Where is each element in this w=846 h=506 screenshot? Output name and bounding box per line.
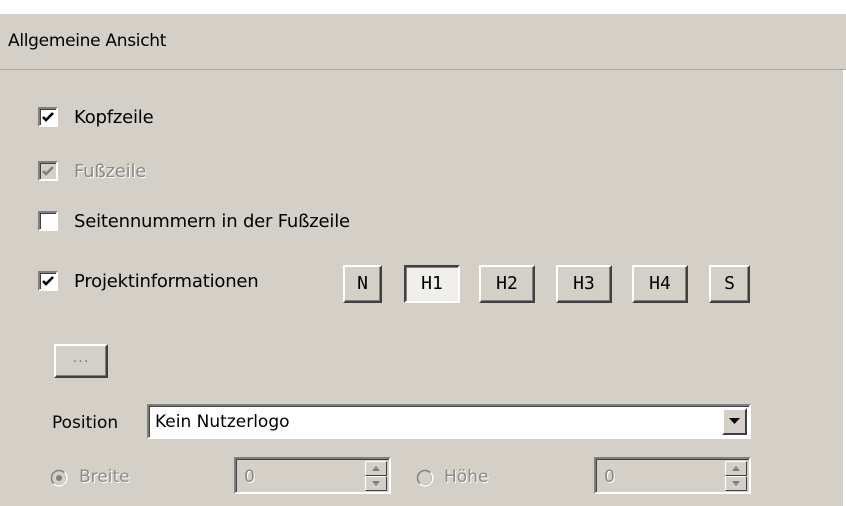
width-radio[interactable] bbox=[50, 469, 68, 487]
spin-up-icon bbox=[732, 466, 740, 471]
height-radio-label: Höhe bbox=[444, 467, 489, 487]
section-title: Allgemeine Ansicht bbox=[8, 31, 167, 51]
header-checkbox[interactable] bbox=[38, 107, 58, 127]
spin-down-icon bbox=[732, 481, 740, 486]
project-info-h4-button[interactable]: H4 bbox=[632, 265, 688, 303]
browse-logo-button[interactable]: ... bbox=[54, 344, 108, 378]
height-spinner-value: 0 bbox=[604, 467, 615, 487]
position-select[interactable]: Kein Nutzerlogo bbox=[147, 404, 751, 439]
project-info-h1-button[interactable]: H1 bbox=[404, 265, 460, 303]
spin-up-icon bbox=[372, 466, 380, 471]
height-spinner[interactable]: 0 bbox=[594, 457, 751, 494]
project-info-h2-button[interactable]: H2 bbox=[479, 265, 535, 303]
chevron-down-icon bbox=[729, 418, 740, 424]
height-spin-up-button[interactable] bbox=[725, 461, 747, 476]
project-info-checkbox[interactable] bbox=[38, 271, 58, 291]
position-select-value: Kein Nutzerlogo bbox=[155, 412, 290, 432]
check-mark-icon bbox=[42, 276, 54, 286]
page-numbers-checkbox[interactable] bbox=[38, 211, 58, 231]
spin-down-icon bbox=[372, 481, 380, 486]
width-spinner-value: 0 bbox=[244, 467, 255, 487]
project-info-s-button[interactable]: S bbox=[709, 265, 750, 303]
footer-checkbox[interactable] bbox=[38, 161, 58, 181]
width-spin-up-button[interactable] bbox=[365, 461, 387, 476]
window-top-edge bbox=[0, 0, 846, 12]
footer-checkbox-label: Fußzeile bbox=[74, 161, 147, 182]
height-radio[interactable] bbox=[416, 469, 434, 487]
height-spinner-buttons bbox=[725, 461, 747, 491]
project-info-n-button[interactable]: N bbox=[343, 265, 382, 303]
position-dropdown-button[interactable] bbox=[722, 408, 747, 435]
width-spin-down-button[interactable] bbox=[365, 476, 387, 491]
width-radio-label: Breite bbox=[79, 467, 130, 487]
check-mark-icon bbox=[42, 166, 54, 176]
section-header: Allgemeine Ansicht bbox=[0, 12, 846, 70]
width-spinner[interactable]: 0 bbox=[234, 457, 391, 494]
height-spin-down-button[interactable] bbox=[725, 476, 747, 491]
project-info-checkbox-label: Projektinformationen bbox=[74, 271, 259, 292]
check-mark-icon bbox=[42, 112, 54, 122]
width-spinner-buttons bbox=[365, 461, 387, 491]
header-checkbox-label: Kopfzeile bbox=[74, 107, 154, 128]
page-numbers-checkbox-label: Seitennummern in der Fußzeile bbox=[74, 211, 350, 232]
project-info-h3-button[interactable]: H3 bbox=[556, 265, 612, 303]
position-label: Position bbox=[52, 413, 119, 433]
